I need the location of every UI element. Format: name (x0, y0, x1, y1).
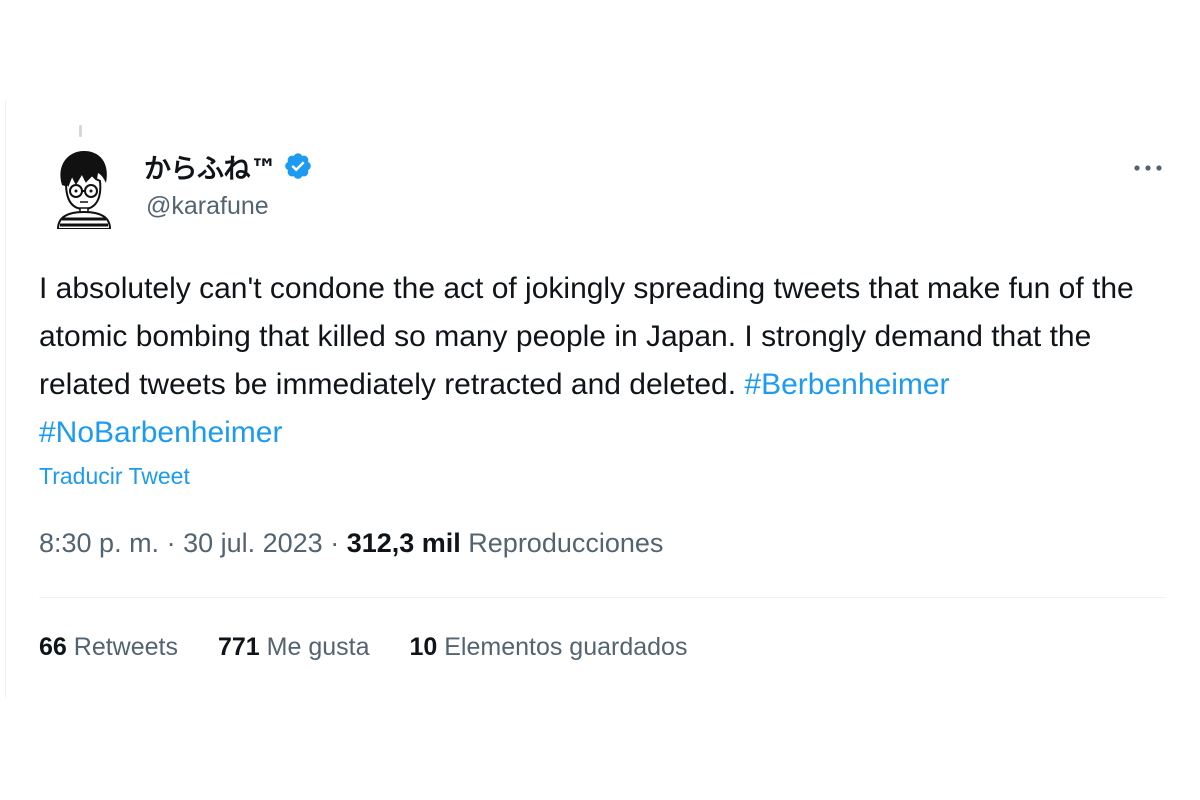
thread-line (79, 125, 82, 137)
avatar-illustration (56, 151, 112, 230)
views-count: 312,3 mil (346, 528, 461, 558)
user-handle[interactable]: @karafune (146, 192, 269, 221)
meta-separator: · (322, 528, 347, 558)
hashtag-link[interactable]: #NoBarbenheimer (39, 416, 282, 449)
likes-count: 771 (217, 633, 260, 661)
retweets-stat[interactable]: 66 Retweets (39, 633, 178, 662)
divider (39, 597, 1166, 598)
display-name-row[interactable]: からふね™ (144, 147, 313, 186)
likes-stat[interactable]: 771 Me gusta (218, 633, 370, 662)
tweet-text: I absolutely can't condone the act of jo… (39, 265, 1159, 457)
avatar[interactable] (46, 145, 118, 230)
more-options-button[interactable] (1128, 152, 1168, 184)
views-label: Reproducciones (460, 528, 664, 558)
bookmarks-label: Elementos guardados (437, 633, 688, 661)
more-icon (1134, 165, 1162, 171)
tweet-stats: 66 Retweets 771 Me gusta 10 Elementos gu… (39, 633, 727, 662)
meta-separator: · (159, 528, 184, 558)
bookmarks-count: 10 (409, 633, 438, 661)
tweet-date[interactable]: 30 jul. 2023 (183, 528, 323, 558)
tweet-body: I absolutely can't condone the act of jo… (39, 272, 1134, 401)
tweet-card: からふね™ @karafune I absolutely can't condo… (5, 100, 1195, 698)
display-name[interactable]: からふね™ (144, 147, 277, 186)
bookmarks-stat[interactable]: 10 Elementos guardados (409, 633, 687, 662)
translate-tweet-link[interactable]: Traducir Tweet (39, 463, 190, 490)
verified-badge-icon[interactable] (283, 151, 313, 181)
retweets-count: 66 (39, 633, 67, 661)
tweet-meta: 8:30 p. m. · 30 jul. 2023 · 312,3 mil Re… (39, 528, 663, 559)
likes-label: Me gusta (259, 633, 370, 661)
tweet-time[interactable]: 8:30 p. m. (39, 528, 159, 558)
retweets-label: Retweets (66, 633, 178, 661)
hashtag-link[interactable]: #Berbenheimer (744, 368, 949, 401)
